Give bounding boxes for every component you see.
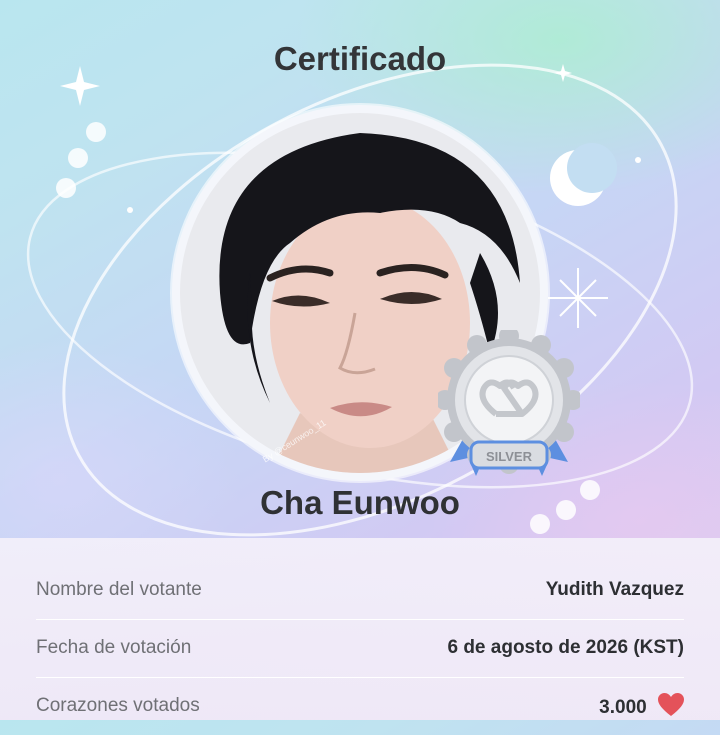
orbit-dot <box>56 178 76 198</box>
voter-name-value: Yudith Vazquez <box>545 579 684 600</box>
hearts-voted-value-wrap: 3.000 <box>599 693 684 719</box>
detail-row-voter: Nombre del votante Yudith Vazquez <box>36 561 684 619</box>
detail-row-date: Fecha de votación 6 de agosto de 2026 (K… <box>36 619 684 677</box>
certificate-title: Certificado <box>273 40 447 77</box>
orbit-dot <box>68 148 88 168</box>
heart-icon <box>658 693 684 716</box>
vote-date-value: 6 de agosto de 2026 (KST) <box>447 637 684 658</box>
crescent-moon-icon <box>550 143 617 206</box>
orbit-dot <box>635 157 641 163</box>
badge-tier-label: SILVER <box>486 449 533 464</box>
details-panel: Nombre del votante Yudith Vazquez Fecha … <box>0 538 720 720</box>
orbit-dot <box>86 122 106 142</box>
hearts-voted-value: 3.000 <box>599 697 647 718</box>
recipient-name: Cha Eunwoo <box>260 484 460 521</box>
voter-name-label: Nombre del votante <box>36 579 202 600</box>
sparkle-star-icon <box>548 268 608 328</box>
vote-date-label: Fecha de votación <box>36 637 192 658</box>
orbit-dot <box>127 207 133 213</box>
detail-row-hearts: Corazones votados 3.000 <box>36 677 684 735</box>
silver-medal-badge: SILVER <box>438 330 580 476</box>
hearts-voted-label: Corazones votados <box>36 695 200 716</box>
